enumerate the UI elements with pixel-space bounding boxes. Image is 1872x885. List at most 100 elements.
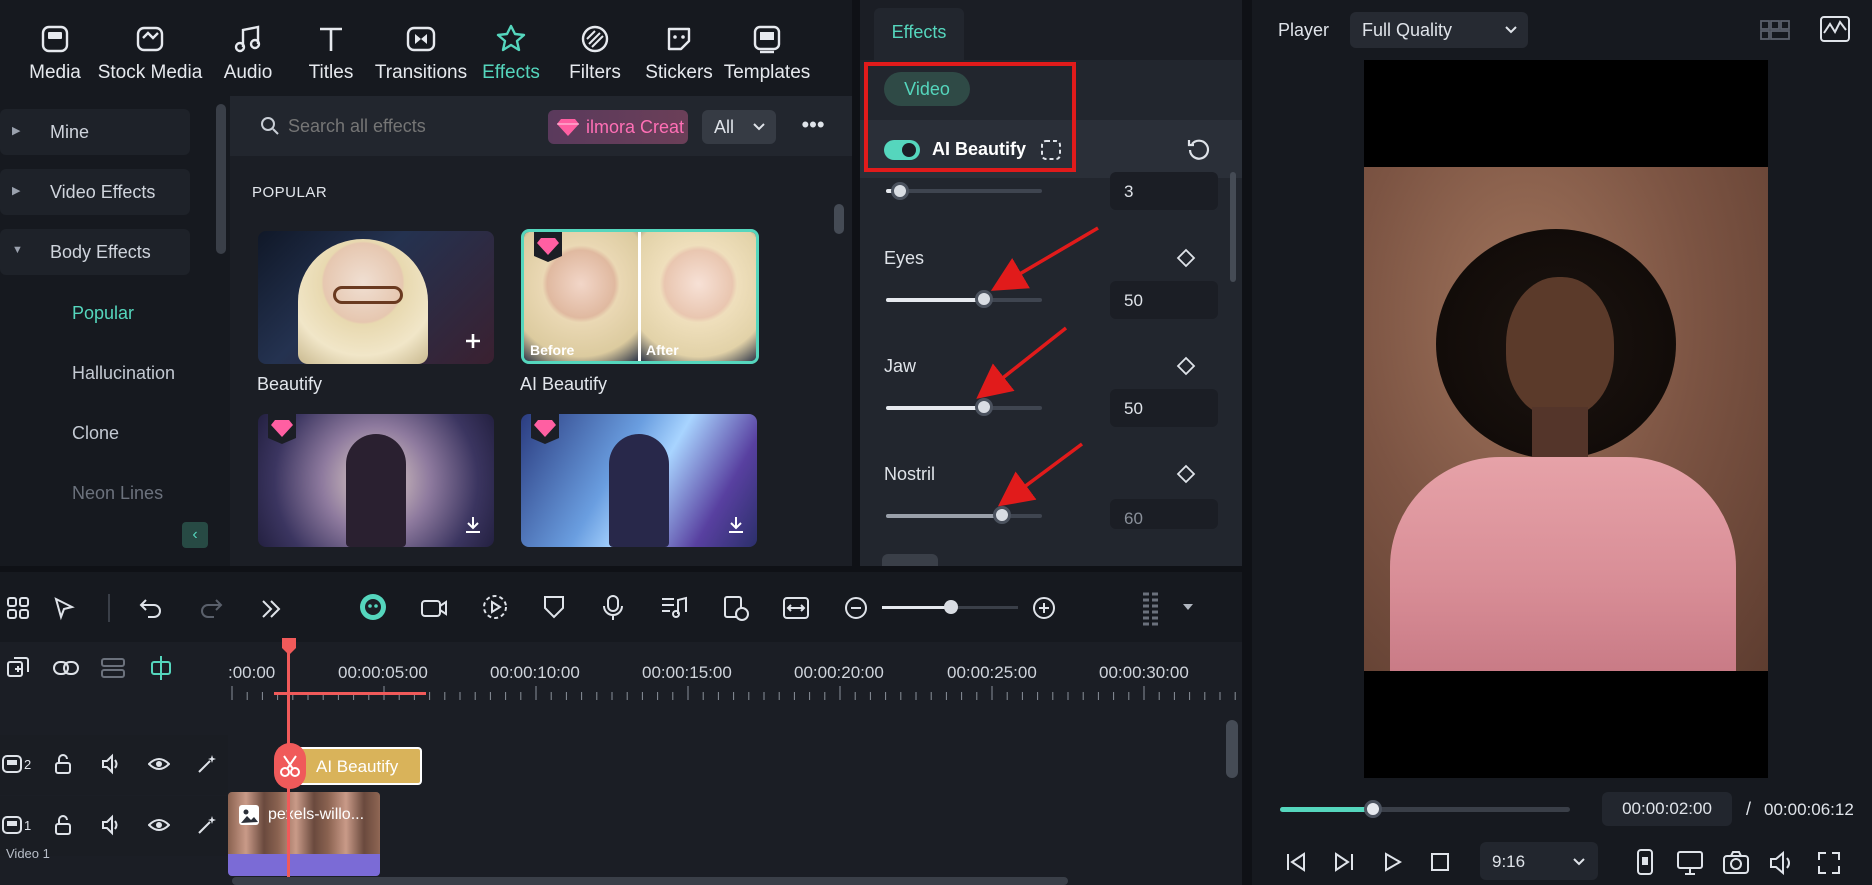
timecode: 00:00:05:00 (338, 663, 428, 682)
mask-shield-icon[interactable] (542, 594, 566, 620)
ai-video-icon[interactable] (420, 596, 448, 620)
magic-wand-icon[interactable] (196, 814, 218, 836)
media-toolbar: Media Stock Media Audio Titles Transitio… (0, 0, 860, 96)
chevron-down-icon[interactable] (1182, 602, 1194, 612)
fit-timeline-icon[interactable] (782, 596, 810, 620)
waveform-monitor-icon[interactable] (1820, 16, 1850, 42)
timecode: 00:00:10:00 (490, 663, 580, 682)
speaker-icon[interactable] (100, 753, 122, 775)
track-height-icon[interactable] (1140, 590, 1162, 626)
portrait-mode-icon[interactable] (1632, 848, 1658, 876)
timeline-horizontal-scrollbar[interactable] (232, 877, 1068, 885)
display-icon[interactable] (1676, 850, 1704, 876)
effect-label-ai-beautify: AI Beautify (520, 374, 608, 394)
magic-wand-icon[interactable] (196, 753, 218, 775)
work-area-bar[interactable] (274, 692, 426, 695)
toolbar-divider (108, 594, 110, 622)
filter-select[interactable]: All (702, 110, 776, 144)
premium-gem-icon (534, 232, 562, 262)
previous-frame-icon[interactable] (1284, 850, 1308, 874)
effect-card-lightning[interactable] (521, 414, 757, 547)
zoom-slider-knob[interactable] (944, 600, 958, 614)
subcategory-hallucination[interactable]: Hallucination (72, 363, 175, 384)
effect-card-beautify[interactable] (258, 231, 494, 364)
chevron-down-icon (1505, 26, 1517, 34)
snapshot-icon[interactable] (1722, 850, 1750, 876)
category-video-effects[interactable]: ▶ Video Effects (0, 169, 190, 215)
auto-reframe-icon[interactable] (482, 594, 508, 620)
add-track-icon[interactable] (6, 656, 30, 680)
tab-stock-media[interactable]: Stock Media (95, 22, 205, 84)
ai-assistant-icon[interactable] (358, 592, 388, 622)
split-scissors-button[interactable] (274, 743, 306, 789)
stickers-icon (667, 27, 691, 51)
split-track-icon[interactable] (100, 656, 126, 680)
effect-card-glow[interactable] (258, 414, 494, 547)
subcategory-neon-lines[interactable]: Neon Lines (72, 483, 163, 504)
snap-icon[interactable] (148, 654, 174, 682)
subcategory-popular[interactable]: Popular (72, 303, 134, 324)
sidebar-scrollbar[interactable] (216, 104, 226, 254)
link-icon[interactable] (52, 658, 80, 678)
aspect-ratio-select[interactable]: 9:16 (1480, 842, 1598, 880)
effect-card-ai-beautify[interactable]: Before After (521, 229, 759, 364)
chevron-down-icon: ▼ (12, 244, 23, 256)
more-options-button[interactable]: ••• (796, 110, 830, 144)
undo-icon[interactable] (138, 596, 164, 620)
search-icon (261, 117, 279, 135)
templates-icon (753, 25, 781, 54)
search-input[interactable] (288, 110, 538, 142)
effect-clip-ai-beautify[interactable]: AI Beautify (290, 747, 422, 785)
timeline-vertical-scrollbar[interactable] (1226, 720, 1238, 778)
auto-ripple-icon[interactable] (722, 594, 750, 622)
effects-icon (496, 24, 526, 52)
eye-icon[interactable] (148, 814, 170, 836)
titles-icon (320, 27, 342, 51)
playback-scrubber[interactable] (1364, 800, 1382, 818)
figure-shape (346, 434, 406, 547)
play-icon[interactable] (1380, 850, 1404, 874)
more-tools-icon[interactable] (260, 598, 282, 620)
microphone-icon[interactable] (602, 594, 624, 622)
playback-progress-fill (1280, 807, 1374, 812)
timecode: :00:00 (228, 663, 276, 682)
browser-scrollbar[interactable] (834, 204, 844, 234)
volume-icon[interactable] (1768, 850, 1796, 876)
grid-view-icon[interactable] (1760, 18, 1790, 42)
zoom-in-icon[interactable] (1032, 596, 1056, 620)
add-icon[interactable] (463, 331, 483, 351)
total-time: 00:00:06:12 (1764, 800, 1854, 819)
playhead-handle[interactable] (280, 638, 298, 656)
subcategory-clone[interactable]: Clone (72, 423, 119, 444)
download-icon[interactable] (725, 514, 747, 536)
video-preview[interactable] (1364, 60, 1768, 778)
tab-templates[interactable]: Templates (712, 22, 822, 84)
select-tool-icon[interactable] (52, 596, 78, 622)
stock-media-icon (136, 26, 164, 52)
zoom-out-icon[interactable] (844, 596, 868, 620)
redo-icon[interactable] (198, 596, 224, 620)
layout-icon[interactable] (6, 596, 30, 620)
category-mine[interactable]: ▶ Mine (0, 109, 190, 155)
chevron-down-icon (753, 123, 765, 131)
speaker-icon[interactable] (100, 814, 122, 836)
current-time-field[interactable]: 00:00:02:00 (1602, 792, 1732, 826)
video-clip[interactable]: pexels-willo... (228, 792, 380, 876)
audio-beat-icon[interactable] (660, 594, 688, 620)
collapse-sidebar-button[interactable]: ‹ (182, 522, 208, 548)
unlock-icon[interactable] (52, 814, 74, 836)
unlock-icon[interactable] (52, 753, 74, 775)
fullscreen-icon[interactable] (1816, 850, 1842, 876)
eye-icon[interactable] (148, 753, 170, 775)
stop-icon[interactable] (1428, 850, 1452, 874)
download-icon[interactable] (462, 514, 484, 536)
next-frame-icon[interactable] (1332, 850, 1356, 874)
promo-badge[interactable]: ilmora Creat (548, 110, 688, 144)
clip-audio-bar (228, 854, 380, 876)
video-frame-image (1364, 167, 1768, 671)
face-shape (1506, 277, 1614, 417)
category-body-effects[interactable]: ▼ Body Effects (0, 229, 190, 275)
quality-select[interactable]: Full Quality (1350, 12, 1528, 48)
tab-media[interactable]: Media (0, 22, 110, 84)
glasses-shape (333, 286, 403, 304)
